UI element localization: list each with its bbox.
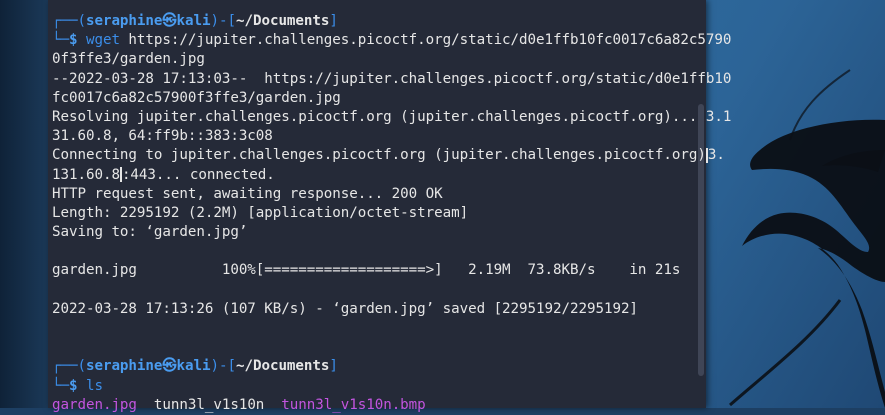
kali-dragon-logo [729, 69, 885, 408]
prompt-path: ~/Documents [235, 358, 330, 375]
command-line-2: └─$ ls [52, 377, 103, 394]
command-line-1-wrap: 0f3ffe3/garden.jpg [52, 51, 205, 68]
ls-output-line: garden.jpg tunn3l_v1s10n tunn3l_v1s10n.b… [52, 396, 700, 415]
terminal-window[interactable]: ┌──(seraphine㉿kali)-[~/Documents] └─$ wg… [48, 0, 731, 413]
output-line: Resolving jupiter.challenges.picoctf.org… [52, 108, 732, 125]
file-tunnel-vision-bmp: tunn3l_v1s10n.bmp [281, 396, 426, 413]
command-name: ls [85, 377, 103, 394]
output-line: Connecting to jupiter.challenges.picoctf… [52, 147, 725, 164]
prompt-path: ~/Documents [235, 13, 330, 29]
output-line: Saving to: ‘garden.jpg’ [52, 224, 248, 241]
prompt-header-1: ┌──(seraphine㉿kali)-[~/Documents] [52, 13, 338, 29]
prompt-user-host: seraphine㉿kali [85, 13, 211, 29]
output-line: 31.60.8, 64:ff9b::383:3c08 [52, 128, 273, 145]
file-garden-jpg: garden.jpg [52, 396, 137, 413]
left-panel-edge [0, 0, 48, 408]
saved-line: 2022-03-28 17:13:26 (107 KB/s) - ‘garden… [52, 300, 638, 317]
output-line: --2022-03-28 17:13:03-- https://jupiter.… [52, 70, 732, 87]
output-line: fc0017c6a82c57900f3ffe3/garden.jpg [52, 89, 341, 106]
file-tunnel-vision: tunn3l_v1s10n [153, 396, 265, 413]
output-line: 131.60.8:443... connected. [52, 166, 275, 183]
prompt-user-host: seraphine㉿kali [85, 358, 211, 375]
command-name: wget [85, 32, 120, 49]
command-line-1: └─$ wget https://jupiter.challenges.pico… [52, 32, 732, 49]
prompt-header-2: ┌──(seraphine㉿kali)-[~/Documents] [52, 358, 338, 375]
progress-line: garden.jpg 100%[===================>] 2.… [52, 262, 681, 279]
output-line: HTTP request sent, awaiting response... … [52, 185, 443, 202]
terminal-output: ┌──(seraphine㉿kali)-[~/Documents] └─$ wg… [52, 12, 732, 415]
output-line: Length: 2295192 (2.2M) [application/octe… [52, 204, 469, 221]
